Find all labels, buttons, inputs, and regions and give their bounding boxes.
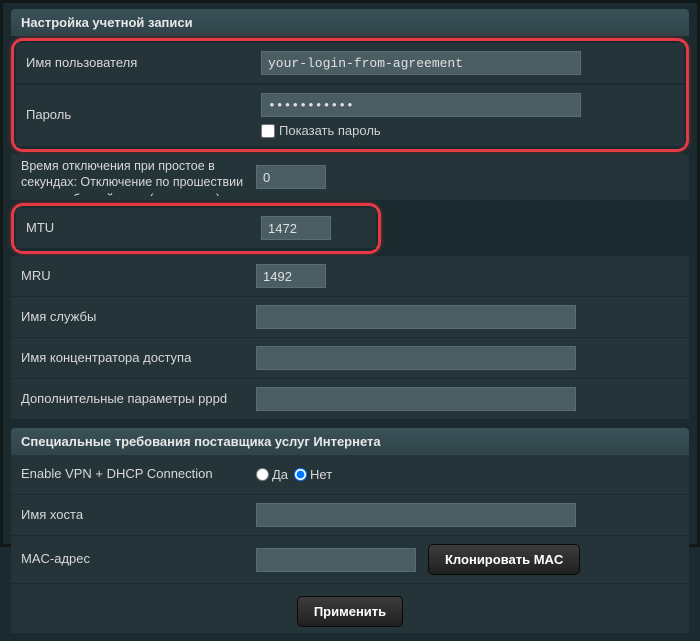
vpn-yes-radio[interactable] (256, 468, 269, 481)
mac-input[interactable] (256, 548, 416, 572)
row-hostname: Имя хоста (11, 495, 689, 536)
vpn-no-option[interactable]: Нет (294, 467, 332, 482)
vpn-no-label: Нет (310, 467, 332, 482)
pppd-input[interactable] (256, 387, 576, 411)
row-service: Имя службы (11, 297, 689, 338)
service-label: Имя службы (21, 309, 256, 326)
hostname-input[interactable] (256, 503, 576, 527)
concentrator-label: Имя концентратора доступа (21, 350, 256, 367)
row-mru: MRU (11, 256, 689, 297)
apply-button[interactable]: Применить (297, 596, 403, 627)
mtu-highlight: MTU (11, 203, 381, 254)
section-account-header: Настройка учетной записи (11, 9, 689, 36)
row-pppd: Дополнительные параметры pppd (11, 379, 689, 420)
row-concentrator: Имя концентратора доступа (11, 338, 689, 379)
username-input[interactable] (261, 51, 581, 75)
row-username: Имя пользователя (16, 43, 684, 84)
clone-mac-button[interactable]: Клонировать MAC (428, 544, 580, 575)
row-mtu: MTU (16, 208, 376, 249)
mru-input[interactable] (256, 264, 326, 288)
apply-row: Применить (11, 584, 689, 633)
row-vpn: Enable VPN + DHCP Connection Да Нет (11, 455, 689, 495)
concentrator-input[interactable] (256, 346, 576, 370)
service-input[interactable] (256, 305, 576, 329)
vpn-yes-option[interactable]: Да (256, 467, 288, 482)
credentials-highlight: Имя пользователя Пароль Показать пароль (11, 38, 689, 152)
show-password-label: Показать пароль (279, 123, 381, 138)
row-timeout: Время отключения при простое в секундах:… (11, 154, 689, 201)
row-mac: MAC-адрес Клонировать MAC (11, 536, 689, 584)
section-isp-header: Специальные требования поставщика услуг … (11, 428, 689, 455)
password-label: Пароль (26, 107, 261, 124)
hostname-label: Имя хоста (21, 507, 256, 524)
show-password-checkbox[interactable] (261, 124, 275, 138)
row-password: Пароль Показать пароль (16, 84, 684, 147)
pppd-label: Дополнительные параметры pppd (21, 391, 256, 408)
timeout-label: Время отключения при простое в секундах:… (21, 158, 256, 196)
username-label: Имя пользователя (26, 55, 261, 72)
vpn-yes-label: Да (272, 467, 288, 482)
mtu-label: MTU (26, 220, 261, 237)
password-input[interactable] (261, 93, 581, 117)
vpn-label: Enable VPN + DHCP Connection (21, 466, 256, 483)
timeout-input[interactable] (256, 165, 326, 189)
mac-label: MAC-адрес (21, 551, 256, 568)
mtu-input[interactable] (261, 216, 331, 240)
mru-label: MRU (21, 268, 256, 285)
vpn-no-radio[interactable] (294, 468, 307, 481)
